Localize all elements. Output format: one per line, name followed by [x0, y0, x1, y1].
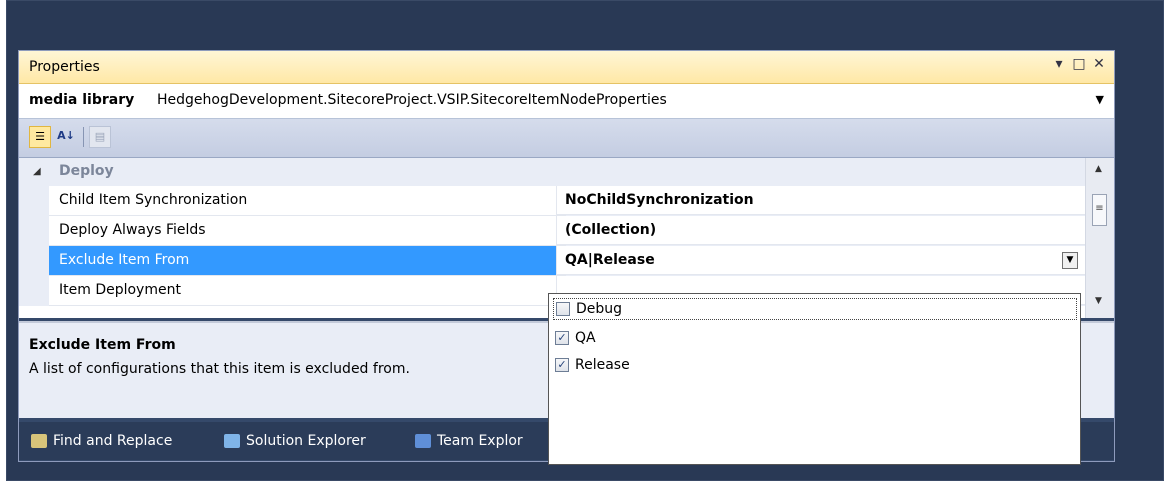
checkbox-checked[interactable]: ✓ — [555, 331, 569, 345]
scroll-thumb[interactable]: ≡ — [1092, 194, 1107, 226]
property-row[interactable]: Child Item Synchronization NoChildSynchr… — [19, 186, 1086, 216]
checkbox-unchecked[interactable] — [556, 302, 570, 316]
option-debug[interactable]: Debug — [553, 298, 1077, 320]
panel-title: Properties — [29, 59, 100, 75]
property-value: QA|Release — [565, 252, 655, 268]
option-label: QA — [575, 330, 596, 346]
binoculars-icon — [31, 434, 47, 448]
panel-titlebar: Properties ▾ □ ✕ — [19, 51, 1114, 84]
title-controls: ▾ □ ✕ — [1052, 56, 1106, 72]
property-value-editor[interactable]: QA|Release ▼ — [556, 246, 1086, 275]
tab-label: Find and Replace — [53, 433, 173, 449]
property-name: Deploy Always Fields — [49, 216, 566, 246]
property-name: Child Item Synchronization — [49, 186, 566, 216]
chevron-down-icon[interactable]: ▼ — [1096, 93, 1104, 106]
property-pages-icon[interactable]: ▤ — [89, 126, 111, 148]
properties-toolbar: ☰ A↓ ▤ — [19, 119, 1114, 158]
configuration-checklist-dropdown[interactable]: Debug ✓ QA ✓ Release — [548, 293, 1081, 465]
team-explorer-icon — [415, 434, 431, 448]
scroll-up-icon[interactable]: ▲ — [1095, 164, 1102, 174]
tab-label: Solution Explorer — [246, 433, 366, 449]
tab-find-and-replace[interactable]: Find and Replace — [31, 433, 172, 449]
grid-scrollbar[interactable]: ▲ ≡ ▼ — [1085, 158, 1114, 318]
dropdown-arrow-icon[interactable]: ▾ — [1052, 56, 1066, 72]
categorized-icon[interactable]: ☰ — [29, 126, 51, 148]
object-name: media library — [29, 92, 135, 108]
alphabetical-icon[interactable]: A↓ — [55, 126, 77, 148]
property-row[interactable]: Deploy Always Fields (Collection) — [19, 216, 1086, 246]
tab-team-explorer[interactable]: Team Explor — [415, 433, 523, 449]
property-name: Exclude Item From — [49, 246, 566, 276]
value-dropdown-button[interactable]: ▼ — [1062, 252, 1078, 269]
description-title: Exclude Item From — [29, 337, 176, 353]
option-release[interactable]: ✓ Release — [555, 354, 630, 376]
collapse-triangle-icon[interactable]: ◢ — [33, 166, 41, 177]
object-type: HedgehogDevelopment.SitecoreProject.VSIP… — [157, 92, 667, 108]
solution-explorer-icon — [224, 434, 240, 448]
property-row-selected[interactable]: Exclude Item From QA|Release ▼ — [19, 246, 1086, 276]
category-label: Deploy — [59, 163, 114, 179]
object-selector[interactable]: media library HedgehogDevelopment.Siteco… — [19, 84, 1114, 119]
checkbox-checked[interactable]: ✓ — [555, 358, 569, 372]
description-text: A list of configurations that this item … — [29, 361, 410, 377]
category-deploy[interactable]: ◢ Deploy — [19, 158, 1086, 186]
property-value[interactable]: NoChildSynchronization — [556, 186, 1086, 215]
maximize-icon[interactable]: □ — [1072, 56, 1086, 72]
scroll-down-icon[interactable]: ▼ — [1095, 296, 1102, 306]
option-label: Release — [575, 357, 630, 373]
tab-label: Team Explor — [437, 433, 523, 449]
tab-solution-explorer[interactable]: Solution Explorer — [224, 433, 366, 449]
close-icon[interactable]: ✕ — [1092, 56, 1106, 72]
property-name: Item Deployment — [49, 276, 566, 306]
toolbar-separator — [83, 127, 84, 147]
property-value[interactable]: (Collection) — [556, 216, 1086, 245]
option-label: Debug — [576, 301, 623, 317]
option-qa[interactable]: ✓ QA — [555, 327, 596, 349]
